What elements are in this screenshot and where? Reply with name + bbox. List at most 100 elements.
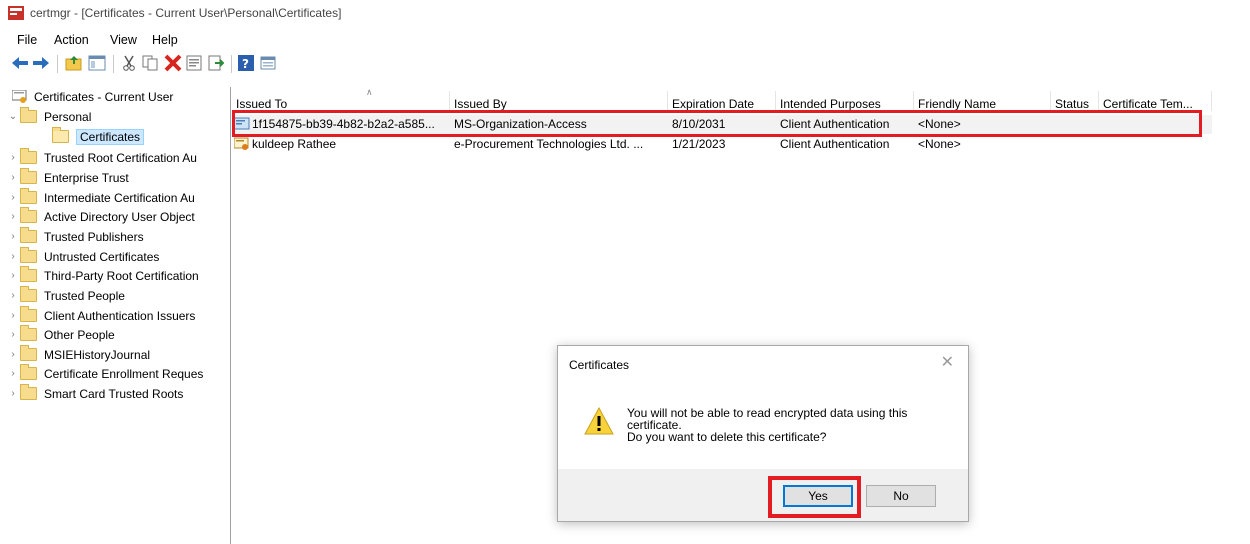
window-title: certmgr - [Certificates - Current User\P… [30, 6, 342, 20]
dialog-button-bar: Yes No [558, 469, 968, 521]
column-header-label: Status [1055, 97, 1090, 111]
column-header-friendly-name[interactable]: Friendly Name [914, 91, 1051, 111]
highlight-selected-row [232, 110, 1202, 137]
column-header-label: Issued To [236, 97, 288, 111]
cell-friendly-name: <None> [918, 137, 961, 151]
no-button[interactable]: No [866, 485, 936, 507]
certificate-icon [234, 137, 249, 150]
tree-item-label: Personal [44, 109, 92, 124]
up-folder-icon[interactable] [65, 54, 83, 72]
folder-icon [20, 306, 37, 322]
tree-item-smart-card-roots[interactable]: › Smart Card Trusted Roots [6, 384, 183, 403]
column-header-issued-to[interactable]: Issued To ∧ [232, 87, 450, 111]
tree-item-label: Client Authentication Issuers [44, 308, 196, 323]
folder-icon [20, 266, 37, 282]
menu-action[interactable]: Action [54, 33, 89, 47]
delete-confirmation-dialog: Certificates ✕ You will not be able to r… [557, 345, 969, 522]
tree-root-label: Certificates - Current User [34, 89, 174, 104]
chevron-right-icon[interactable]: › [6, 290, 20, 301]
console-tree: Certificates - Current User ⌄ Personal C… [6, 87, 231, 544]
tree-item-label-selected: Certificates [76, 128, 145, 145]
tree-item-label: Trusted Publishers [44, 229, 144, 244]
tree-item-label: Trusted People [44, 288, 125, 303]
menu-view[interactable]: View [110, 33, 137, 47]
chevron-right-icon[interactable]: › [6, 251, 20, 262]
table-row[interactable]: kuldeep Rathee e-Procurement Technologie… [232, 135, 1212, 154]
tree-item-msie-history[interactable]: › MSIEHistoryJournal [6, 345, 150, 364]
svg-text:?: ? [242, 57, 249, 71]
folder-icon [20, 345, 37, 361]
chevron-right-icon[interactable]: › [6, 172, 20, 183]
tree-item-trusted-root[interactable]: › Trusted Root Certification Au [6, 148, 197, 167]
delete-icon[interactable] [164, 54, 182, 72]
folder-icon [20, 227, 37, 243]
folder-icon [20, 286, 37, 302]
chevron-right-icon[interactable]: › [6, 329, 20, 340]
close-icon[interactable]: ✕ [941, 352, 954, 372]
tree-item-cert-enrollment[interactable]: › Certificate Enrollment Reques [6, 364, 203, 383]
forward-arrow-icon[interactable] [33, 54, 49, 72]
tree-item-label: Untrusted Certificates [44, 249, 160, 264]
chevron-right-icon[interactable]: › [6, 231, 20, 242]
certmgr-icon [8, 6, 24, 20]
column-header-certificate-template[interactable]: Certificate Tem... [1099, 91, 1212, 111]
chevron-right-icon[interactable]: › [6, 152, 20, 163]
title-bar: certmgr - [Certificates - Current User\P… [0, 0, 1250, 26]
column-header-intended-purposes[interactable]: Intended Purposes [776, 91, 914, 111]
column-header-status[interactable]: Status [1051, 91, 1099, 111]
menu-file[interactable]: File [17, 33, 37, 47]
column-header-issued-by[interactable]: Issued By [450, 91, 668, 111]
menu-help[interactable]: Help [152, 33, 178, 47]
tree-item-enterprise-trust[interactable]: › Enterprise Trust [6, 168, 129, 187]
tree-item-personal[interactable]: ⌄ Personal [6, 107, 91, 126]
folder-icon [20, 384, 37, 400]
tree-item-label: MSIEHistoryJournal [44, 347, 151, 362]
tree-item-intermediate[interactable]: › Intermediate Certification Au [6, 188, 195, 207]
cell-issued-to: kuldeep Rathee [252, 137, 337, 151]
tree-item-label: Trusted Root Certification Au [44, 150, 197, 165]
help-icon[interactable]: ? [238, 54, 254, 72]
column-header-label: Friendly Name [918, 97, 997, 111]
tree-item-label: Certificate Enrollment Reques [44, 366, 204, 381]
chevron-down-icon[interactable]: ⌄ [6, 111, 20, 122]
cut-icon[interactable] [121, 54, 137, 72]
copy-icon[interactable] [142, 54, 158, 72]
sort-ascending-icon: ∧ [366, 87, 373, 97]
chevron-right-icon[interactable]: › [6, 349, 20, 360]
tree-item-label: Intermediate Certification Au [44, 190, 195, 205]
export-list-icon[interactable] [208, 54, 224, 72]
folder-icon [20, 364, 37, 380]
properties-icon[interactable] [186, 54, 202, 72]
folder-icon [20, 148, 37, 164]
tree-item-certificates[interactable]: Certificates [52, 127, 145, 146]
warning-icon [584, 407, 614, 435]
back-arrow-icon[interactable] [12, 54, 28, 72]
cell-issued-by: e-Procurement Technologies Ltd. ... [454, 137, 644, 151]
chevron-right-icon[interactable]: › [6, 388, 20, 399]
chevron-right-icon[interactable]: › [6, 368, 20, 379]
folder-icon [20, 247, 37, 263]
cell-expiration: 1/21/2023 [672, 137, 726, 151]
tree-item-active-directory[interactable]: › Active Directory User Object [6, 207, 195, 226]
tree-item-other-people[interactable]: › Other People [6, 325, 115, 344]
chevron-right-icon[interactable]: › [6, 211, 20, 222]
tree-item-third-party-root[interactable]: › Third-Party Root Certification [6, 266, 199, 285]
cell-purposes: Client Authentication [780, 137, 890, 151]
tree-item-trusted-people[interactable]: › Trusted People [6, 286, 125, 305]
chevron-right-icon[interactable]: › [6, 270, 20, 281]
dialog-message: You will not be able to read encrypted d… [627, 407, 947, 443]
tree-item-label: Other People [44, 327, 115, 342]
chevron-right-icon[interactable]: › [6, 192, 20, 203]
column-header-label: Intended Purposes [780, 97, 881, 111]
column-header-expiration-date[interactable]: Expiration Date [668, 91, 776, 111]
tree-root-certificates-current-user[interactable]: Certificates - Current User [10, 87, 173, 106]
chevron-right-icon[interactable]: › [6, 310, 20, 321]
tree-item-untrusted[interactable]: › Untrusted Certificates [6, 247, 159, 266]
open-folder-icon [52, 127, 69, 143]
column-header-label: Issued By [454, 97, 507, 111]
show-hide-tree-icon[interactable] [88, 54, 106, 72]
console-tree-icon[interactable] [260, 54, 276, 72]
highlight-yes-button [768, 476, 861, 518]
tree-item-client-auth-issuers[interactable]: › Client Authentication Issuers [6, 306, 195, 325]
tree-item-trusted-publishers[interactable]: › Trusted Publishers [6, 227, 144, 246]
